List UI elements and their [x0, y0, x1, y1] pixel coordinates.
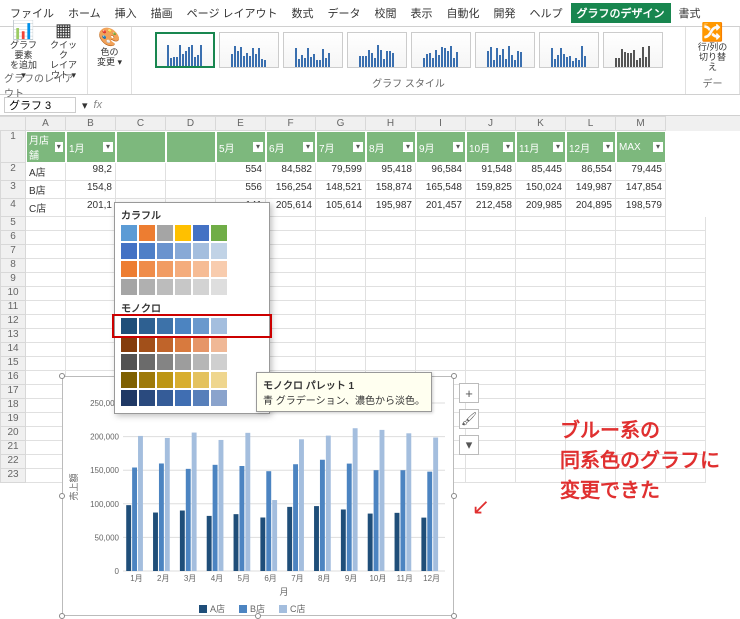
- svg-text:11月: 11月: [397, 574, 413, 583]
- svg-text:5月: 5月: [238, 574, 250, 583]
- fx-icon[interactable]: fx: [94, 99, 103, 111]
- menu-item[interactable]: 挿入: [109, 3, 143, 23]
- svg-text:50,000: 50,000: [95, 533, 120, 542]
- name-box-input[interactable]: [4, 97, 76, 113]
- menu-item[interactable]: 数式: [286, 3, 320, 23]
- menu-item[interactable]: グラフのデザイン: [571, 3, 671, 23]
- svg-text:7月: 7月: [291, 574, 303, 583]
- color-change-popup: カラフル モノクロ: [114, 202, 270, 414]
- palette-row[interactable]: [115, 353, 269, 371]
- menu-item[interactable]: 書式: [673, 3, 707, 23]
- change-colors-button[interactable]: 🎨 色の 変更 ▾: [92, 29, 128, 67]
- svg-text:200,000: 200,000: [90, 433, 119, 442]
- svg-text:C店: C店: [290, 603, 306, 614]
- palette-tooltip: モノクロ パレット 1 青 グラデーション、濃色から淡色。: [256, 372, 432, 412]
- filter-dropdown[interactable]: ▾: [603, 142, 613, 152]
- filter-dropdown[interactable]: ▾: [503, 142, 513, 152]
- chart-style-thumbs: [155, 29, 663, 68]
- palette-row[interactable]: [115, 335, 269, 353]
- switch-row-col-button[interactable]: 🔀 行/列の 切り替え: [695, 29, 731, 67]
- svg-text:売上額: 売上額: [68, 473, 79, 500]
- filter-dropdown[interactable]: ▾: [403, 142, 413, 152]
- palette-row[interactable]: [115, 371, 269, 389]
- menu-item[interactable]: 校閲: [369, 3, 403, 23]
- menu-item[interactable]: 開発: [488, 3, 522, 23]
- chart-filter-button[interactable]: ▾: [459, 435, 479, 455]
- annotation-arrow-icon: ↙: [472, 494, 490, 520]
- svg-text:2月: 2月: [157, 574, 169, 583]
- column-headers: ABCDEFGHIJKLM: [0, 116, 740, 131]
- colorful-section-label: カラフル: [115, 203, 269, 224]
- menu-item[interactable]: 表示: [405, 3, 439, 23]
- svg-text:6月: 6月: [264, 574, 276, 583]
- filter-dropdown[interactable]: ▾: [453, 142, 463, 152]
- menu-item[interactable]: ページ レイアウト: [181, 3, 284, 23]
- filter-dropdown[interactable]: ▾: [303, 142, 313, 152]
- svg-text:A店: A店: [210, 603, 225, 614]
- annotation-text: ブルー系の 同系色のグラフに 変更できた: [560, 416, 720, 506]
- chart-style-thumb[interactable]: [155, 32, 215, 68]
- svg-text:100,000: 100,000: [90, 500, 119, 509]
- chart-style-thumb[interactable]: [219, 32, 279, 68]
- svg-text:1月: 1月: [130, 574, 142, 583]
- tooltip-title: モノクロ パレット 1: [263, 381, 354, 392]
- palette-row[interactable]: [115, 242, 269, 260]
- menu-item[interactable]: 描画: [145, 3, 179, 23]
- palette-row[interactable]: [115, 317, 269, 335]
- svg-text:月: 月: [279, 587, 288, 597]
- ribbon: 📊 グラフ要素 を追加 ▾ ▦ クイック レイアウト ▾ グラフのレイアウト 🎨…: [0, 27, 740, 95]
- filter-dropdown[interactable]: ▾: [553, 142, 563, 152]
- svg-text:10月: 10月: [369, 574, 386, 583]
- name-box-bar: ▾ fx: [0, 95, 740, 116]
- menu-item[interactable]: 自動化: [441, 3, 486, 23]
- chart-plus-button[interactable]: +: [459, 383, 479, 403]
- menu-item[interactable]: データ: [322, 3, 367, 23]
- menu-item[interactable]: ヘルプ: [524, 3, 569, 23]
- group-label: グラフ スタイル: [372, 75, 445, 92]
- palette-row[interactable]: [115, 224, 269, 242]
- svg-text:8月: 8月: [318, 574, 330, 583]
- chart-style-thumb[interactable]: [411, 32, 471, 68]
- chart-style-thumb[interactable]: [283, 32, 343, 68]
- palette-row[interactable]: [115, 389, 269, 407]
- palette-row[interactable]: [115, 278, 269, 296]
- filter-dropdown[interactable]: ▾: [253, 142, 263, 152]
- palette-row[interactable]: [115, 260, 269, 278]
- svg-text:9月: 9月: [345, 574, 357, 583]
- worksheet: ABCDEFGHIJKLM 1月店舗▾1月▾5月▾6月▾7月▾8月▾9月▾10月…: [0, 116, 740, 526]
- filter-dropdown[interactable]: ▾: [353, 142, 363, 152]
- chart-style-thumb[interactable]: [603, 32, 663, 68]
- dropdown-icon[interactable]: ▾: [82, 99, 88, 112]
- chart-style-thumb[interactable]: [539, 32, 599, 68]
- quick-layout-button[interactable]: ▦ クイック レイアウト ▾: [46, 32, 82, 70]
- filter-dropdown[interactable]: ▾: [103, 142, 113, 152]
- svg-text:3月: 3月: [184, 574, 196, 583]
- filter-dropdown[interactable]: ▾: [55, 142, 64, 152]
- chart-brush-button[interactable]: 🖌: [459, 409, 479, 429]
- group-label: デー: [703, 75, 723, 92]
- mono-section-label: モノクロ: [115, 296, 269, 317]
- tooltip-desc: 青 グラデーション、濃色から淡色。: [263, 396, 425, 407]
- svg-text:150,000: 150,000: [90, 466, 119, 475]
- add-chart-element-button[interactable]: 📊 グラフ要素 を追加 ▾: [6, 32, 42, 70]
- svg-text:4月: 4月: [211, 574, 223, 583]
- menu-bar: ファイルホーム挿入描画ページ レイアウト数式データ校閲表示自動化開発ヘルプグラフ…: [0, 0, 740, 27]
- chart-style-thumb[interactable]: [347, 32, 407, 68]
- chart-style-thumb[interactable]: [475, 32, 535, 68]
- svg-text:0: 0: [115, 567, 120, 576]
- filter-dropdown[interactable]: ▾: [653, 142, 663, 152]
- svg-text:12月: 12月: [423, 574, 440, 583]
